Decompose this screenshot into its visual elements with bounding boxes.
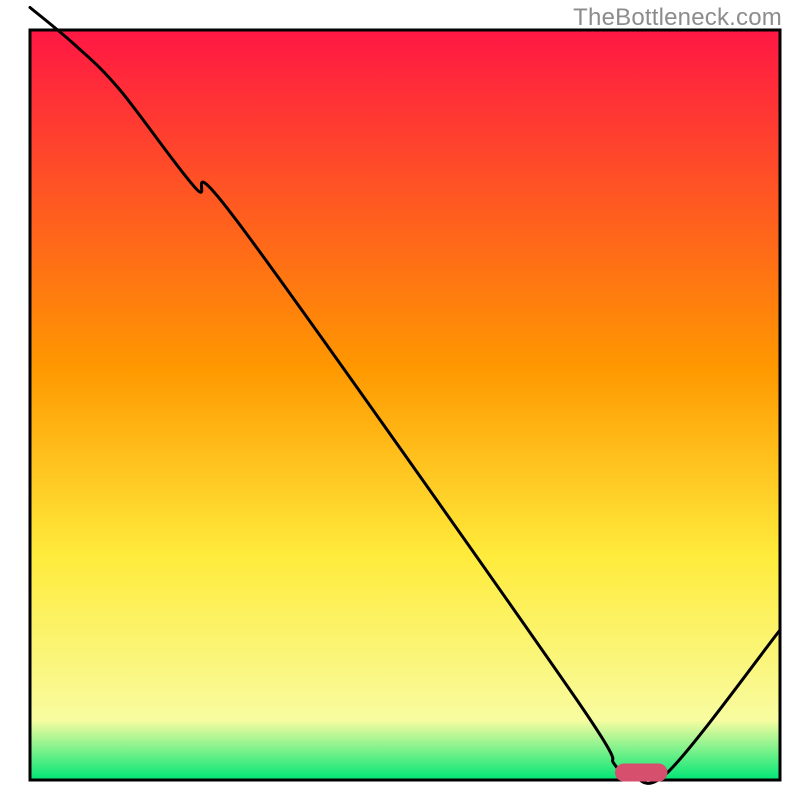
gradient-background xyxy=(30,30,780,780)
plot-svg xyxy=(0,0,800,800)
bottleneck-chart: TheBottleneck.com xyxy=(0,0,800,800)
watermark-text: TheBottleneck.com xyxy=(573,4,782,32)
optimal-marker xyxy=(615,764,668,782)
